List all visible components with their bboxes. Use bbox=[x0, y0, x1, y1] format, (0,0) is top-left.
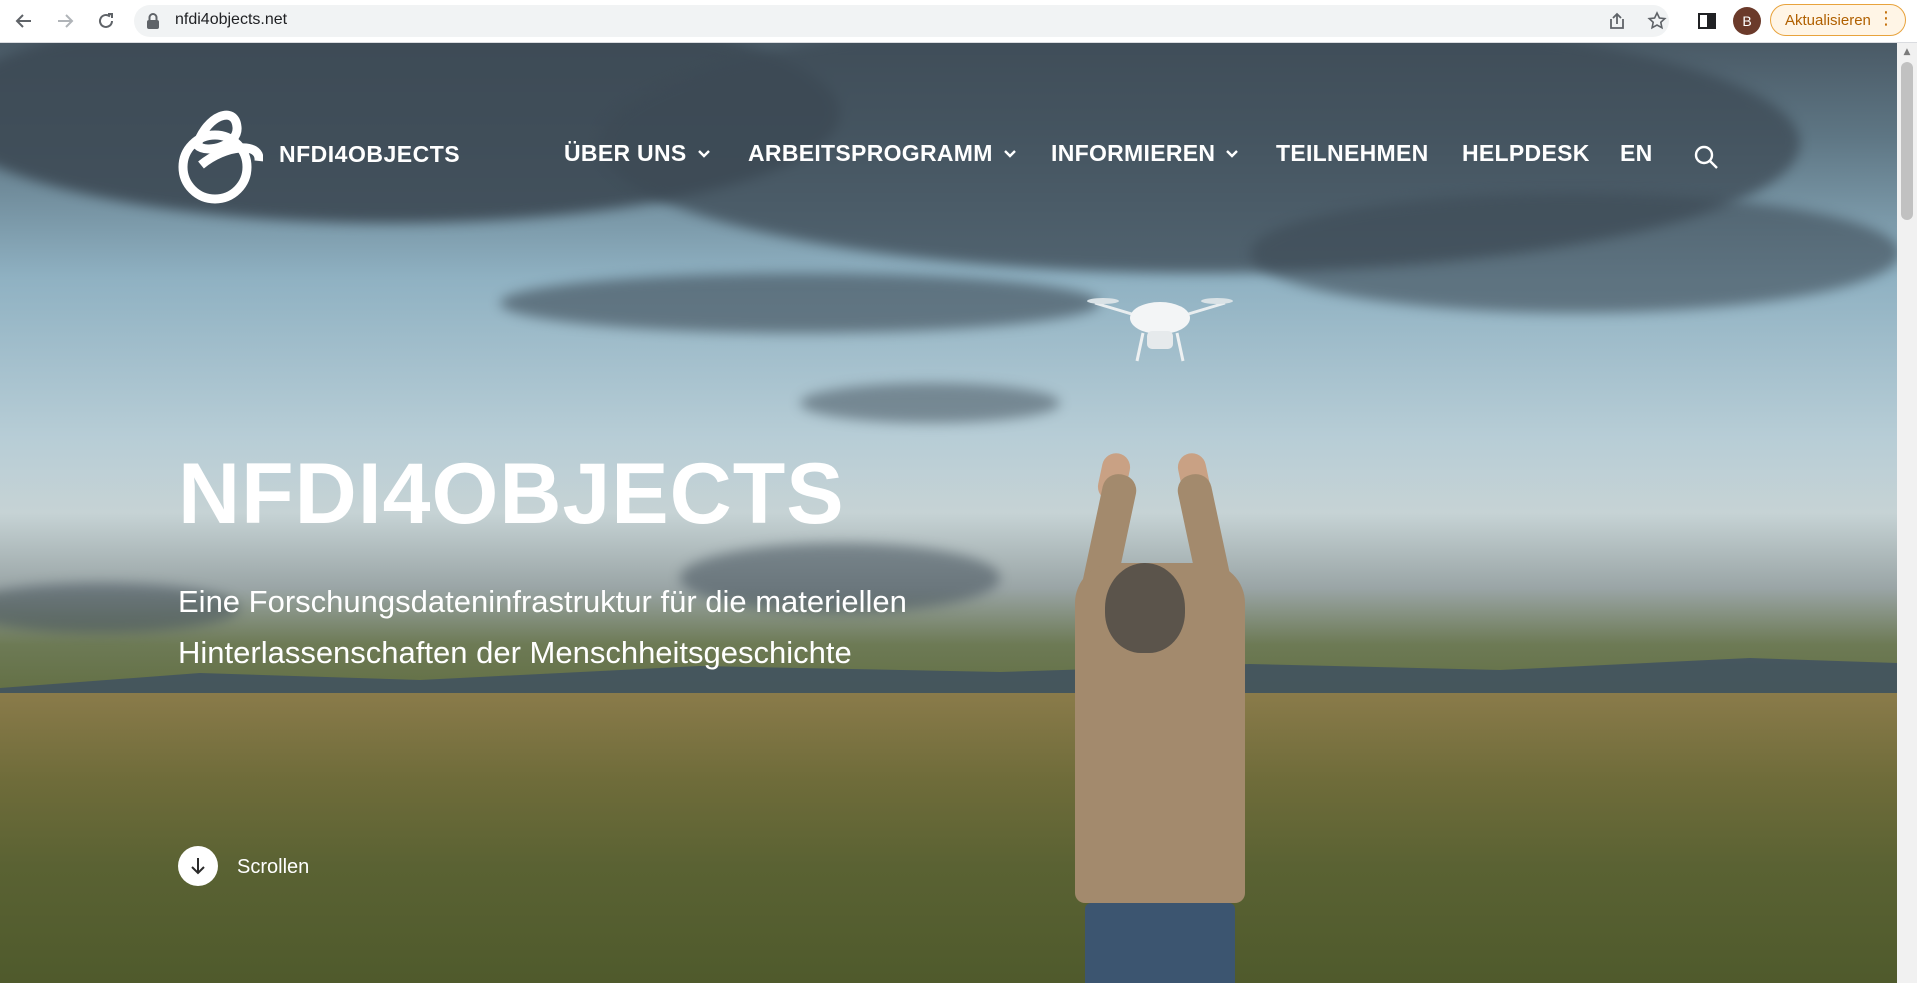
scrollbar-thumb[interactable] bbox=[1901, 62, 1913, 220]
update-button[interactable]: Aktualisieren ⋮ bbox=[1770, 4, 1906, 36]
browser-toolbar: nfdi4objects.net B Aktualisieren ⋮ bbox=[0, 0, 1917, 43]
cloud-shape bbox=[1250, 193, 1897, 313]
arrow-down-icon bbox=[191, 858, 205, 875]
cloud-shape bbox=[800, 383, 1060, 423]
hero-subtitle: Eine Forschungsdateninfrastruktur für di… bbox=[178, 576, 1078, 678]
side-panel-icon[interactable] bbox=[1696, 10, 1718, 32]
hero-subtitle-line2: Hinterlassenschaften der Menschheitsgesc… bbox=[178, 635, 852, 670]
nav-label: ARBEITSPROGRAMM bbox=[748, 140, 993, 166]
back-icon[interactable] bbox=[11, 8, 37, 34]
share-icon[interactable] bbox=[1605, 9, 1629, 33]
scroll-up-arrow-icon[interactable]: ▲ bbox=[1901, 47, 1913, 57]
chevron-down-icon bbox=[697, 149, 710, 158]
forward-icon[interactable] bbox=[52, 8, 78, 34]
nav-arbeitsprogramm[interactable]: ARBEITSPROGRAMM bbox=[748, 140, 1017, 167]
nav-helpdesk[interactable]: HELPDESK bbox=[1462, 140, 1590, 167]
url-text[interactable]: nfdi4objects.net bbox=[175, 11, 287, 29]
nav-teilnehmen[interactable]: TEILNEHMEN bbox=[1276, 140, 1429, 167]
scroll-down-button[interactable] bbox=[178, 846, 218, 886]
cloud-shape bbox=[500, 273, 1100, 333]
reload-icon[interactable] bbox=[93, 8, 119, 34]
scroll-label[interactable]: Scrollen bbox=[237, 856, 309, 879]
hero-subtitle-line1: Eine Forschungsdateninfrastruktur für di… bbox=[178, 584, 907, 619]
hero-title: NFDI4OBJECTS bbox=[178, 446, 845, 542]
nav-label: INFORMIEREN bbox=[1051, 140, 1216, 166]
grass-field bbox=[0, 693, 1897, 983]
bookmark-star-icon[interactable] bbox=[1645, 9, 1669, 33]
nav-ueber-uns[interactable]: ÜBER UNS bbox=[564, 140, 711, 167]
address-bar[interactable] bbox=[134, 5, 1669, 37]
person-head bbox=[1105, 563, 1185, 653]
search-icon[interactable] bbox=[1693, 144, 1719, 170]
nav-label: TEILNEHMEN bbox=[1276, 140, 1429, 166]
profile-avatar[interactable]: B bbox=[1733, 7, 1761, 35]
nav-label: EN bbox=[1620, 140, 1653, 166]
nav-label: ÜBER UNS bbox=[564, 140, 687, 166]
person-jeans bbox=[1085, 903, 1235, 983]
nfdi4objects-logo-icon[interactable] bbox=[177, 105, 263, 205]
chevron-down-icon bbox=[1226, 149, 1239, 158]
brand-name[interactable]: NFDI4OBJECTS bbox=[279, 141, 460, 168]
nav-language-en[interactable]: EN bbox=[1620, 140, 1653, 167]
update-button-label: Aktualisieren bbox=[1785, 11, 1871, 29]
nav-label: HELPDESK bbox=[1462, 140, 1590, 166]
menu-dots-icon: ⋮ bbox=[1877, 8, 1895, 29]
drone-image bbox=[1087, 298, 1233, 362]
nav-informieren[interactable]: INFORMIEREN bbox=[1051, 140, 1239, 167]
chevron-down-icon bbox=[1003, 149, 1016, 158]
lock-icon[interactable] bbox=[146, 12, 160, 30]
